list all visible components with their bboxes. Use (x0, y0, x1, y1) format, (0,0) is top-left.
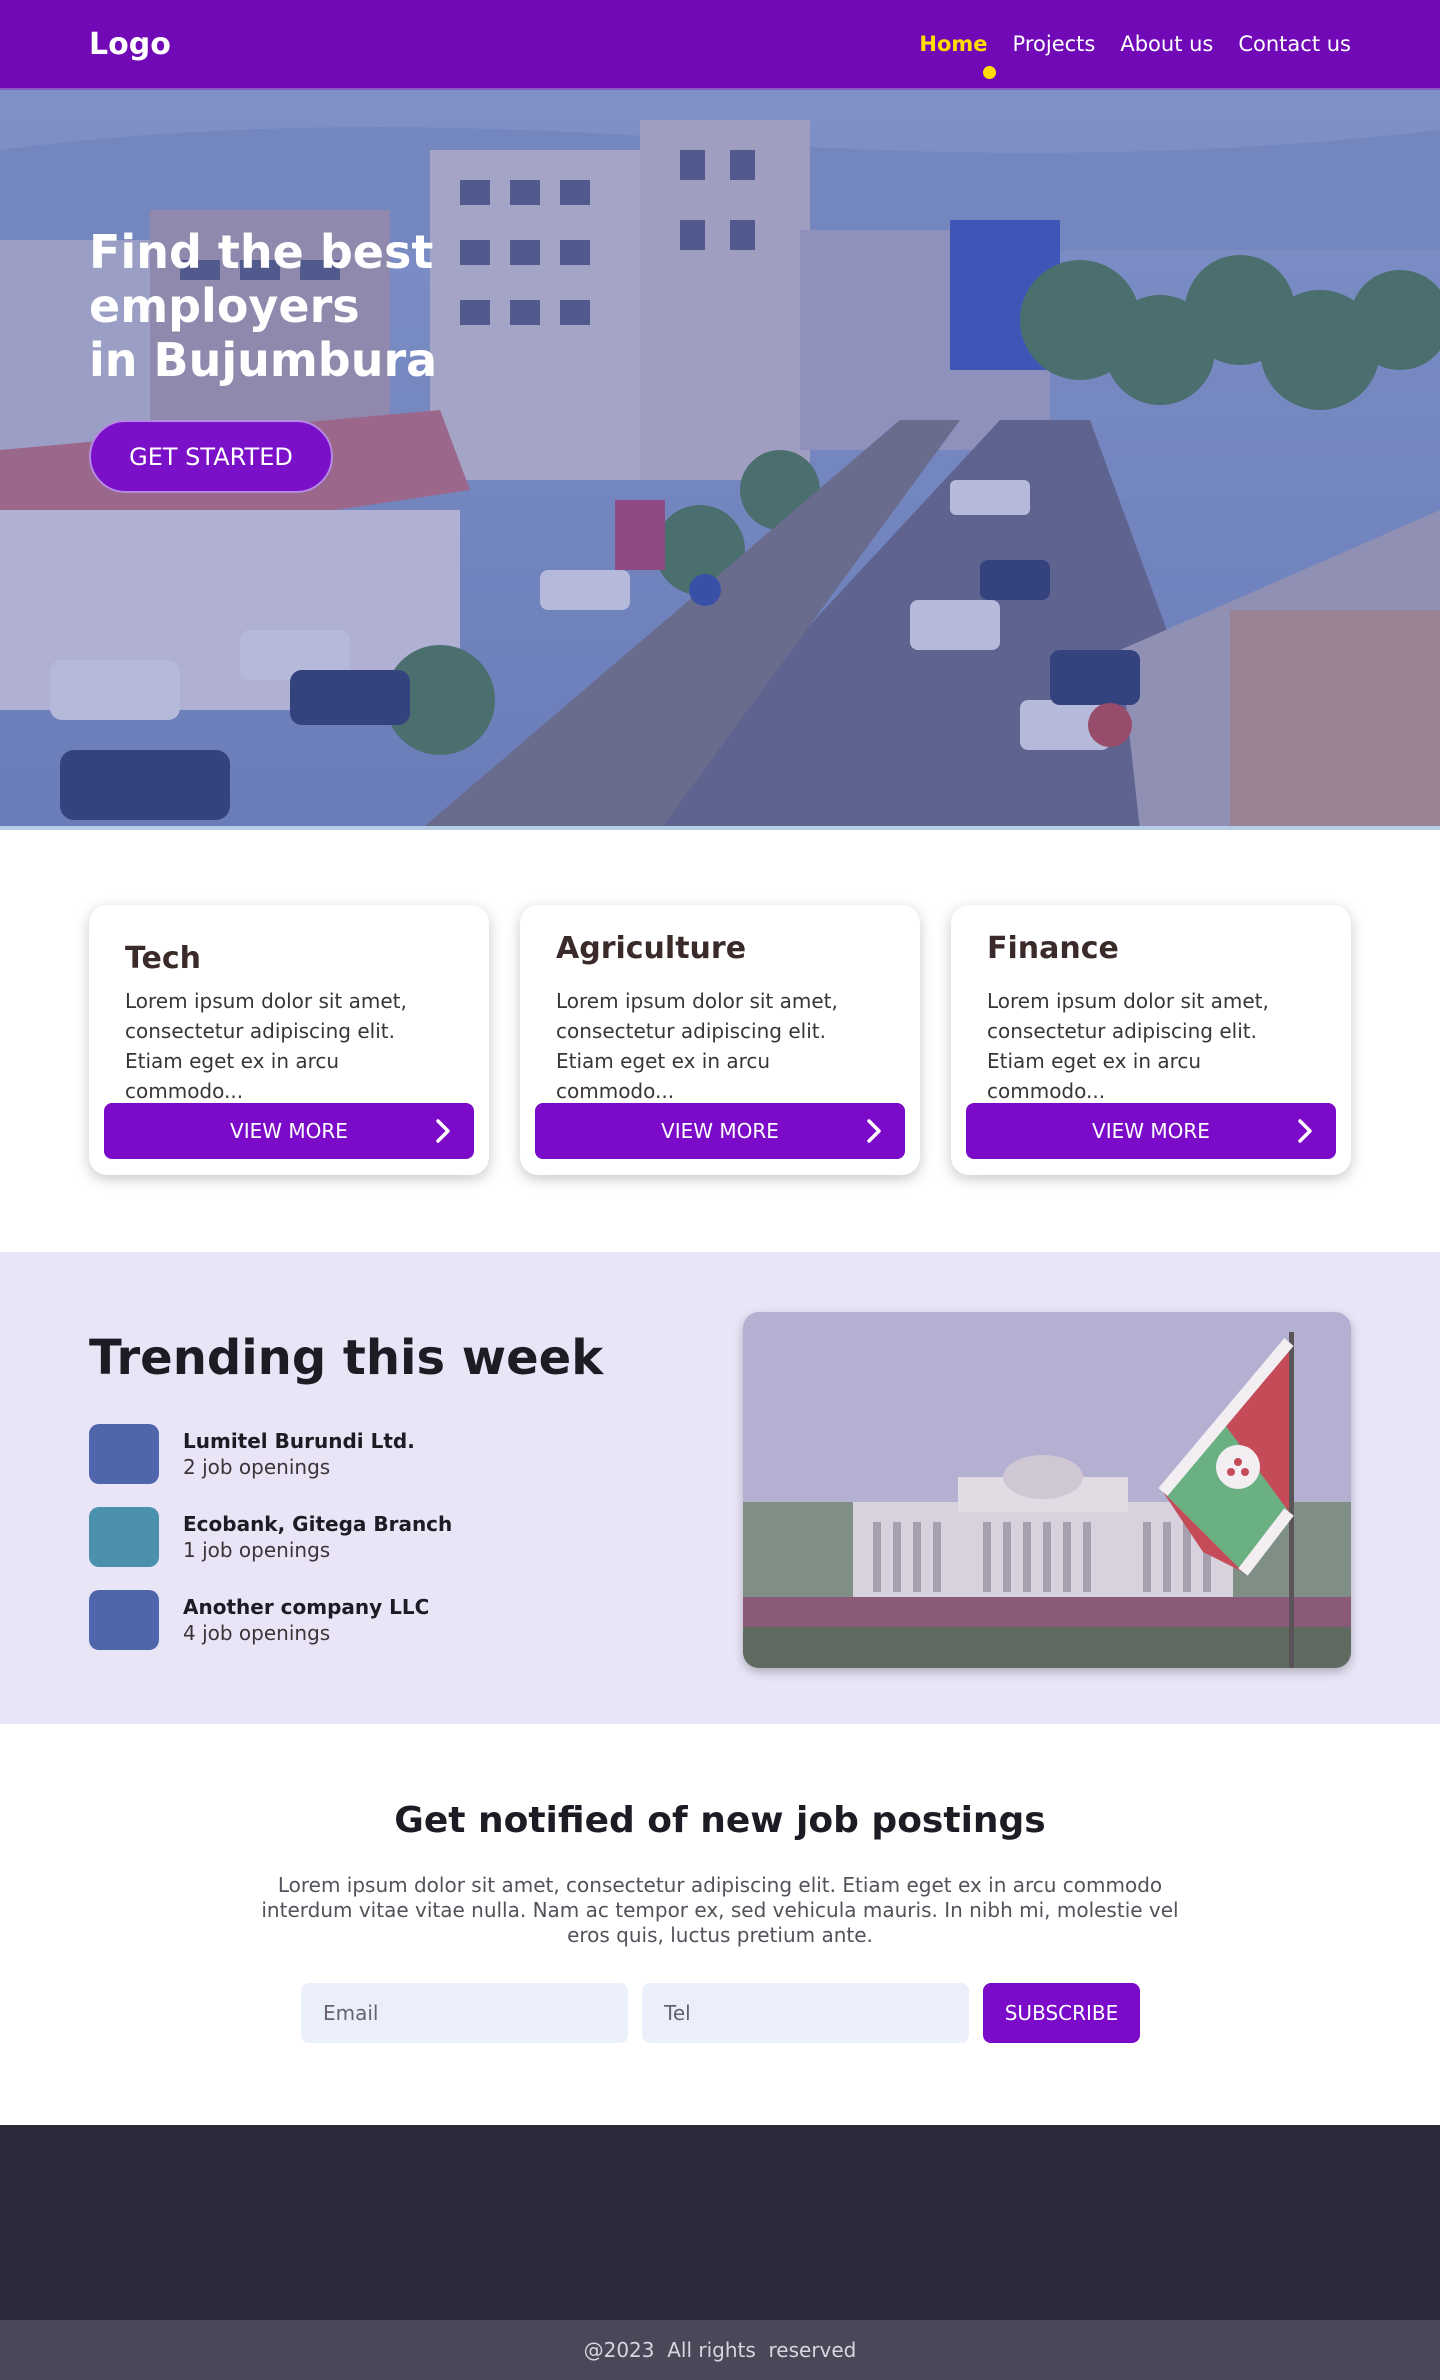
subscribe-button[interactable]: SUBSCRIBE (983, 1983, 1140, 2043)
job-openings-count: 2 job openings (183, 1455, 331, 1479)
get-started-button[interactable]: GET STARTED (89, 420, 333, 493)
hero-title-line1: Find the best employers (89, 225, 434, 333)
nav-link-home[interactable]: Home (919, 32, 987, 56)
view-more-button[interactable]: VIEW MORE (966, 1103, 1336, 1159)
newsletter-title: Get notified of new job postings (394, 1800, 1046, 1841)
nav-link-projects[interactable]: Projects (1013, 32, 1096, 56)
category-cards: Tech Lorem ipsum dolor sit amet, consect… (89, 905, 1351, 1175)
view-more-label: VIEW MORE (230, 1119, 348, 1143)
view-more-label: VIEW MORE (661, 1119, 779, 1143)
hero-content: Find the best employers in Bujumbura GET… (89, 225, 709, 493)
subscribe-form: SUBSCRIBE (301, 1983, 1140, 2043)
view-more-button[interactable]: VIEW MORE (535, 1103, 905, 1159)
company-logo (89, 1424, 159, 1484)
card-title: Tech (125, 941, 201, 976)
company-name[interactable]: Lumitel Burundi Ltd. (183, 1429, 415, 1453)
chevron-right-icon (436, 1119, 450, 1143)
company-info: Lumitel Burundi Ltd. 2 job openings (183, 1429, 415, 1479)
site-logo[interactable]: Logo (89, 27, 171, 62)
chevron-right-icon (867, 1119, 881, 1143)
company-name[interactable]: Ecobank, Gitega Branch (183, 1512, 452, 1536)
card-description: Lorem ipsum dolor sit amet, consectetur … (125, 989, 407, 1103)
company-logo (89, 1507, 159, 1567)
top-navbar: Logo Home Projects About us Contact us (0, 0, 1440, 90)
view-more-label: VIEW MORE (1092, 1119, 1210, 1143)
card-title: Finance (987, 931, 1119, 966)
tel-input[interactable] (642, 1983, 969, 2043)
chevron-right-icon (1298, 1119, 1312, 1143)
company-info: Another company LLC 4 job openings (183, 1595, 429, 1645)
footer-copyright: @2023 All rights reserved (0, 2320, 1440, 2380)
hero-title-line2: in Bujumbura (89, 333, 438, 387)
hero-section: Find the best employers in Bujumbura GET… (0, 90, 1440, 830)
nav-link-about[interactable]: About us (1120, 32, 1213, 56)
job-openings-count: 4 job openings (183, 1621, 331, 1645)
trending-title: Trending this week (89, 1330, 604, 1386)
job-openings-count: 1 job openings (183, 1538, 331, 1562)
trending-section: Trending this week Lumitel Burundi Ltd. … (0, 1252, 1440, 1724)
card-description: Lorem ipsum dolor sit amet, consectetur … (987, 989, 1269, 1103)
company-logo (89, 1590, 159, 1650)
card-description: Lorem ipsum dolor sit amet, consectetur … (556, 989, 838, 1103)
category-card-agriculture: Agriculture Lorem ipsum dolor sit amet, … (520, 905, 920, 1175)
category-card-finance: Finance Lorem ipsum dolor sit amet, cons… (951, 905, 1351, 1175)
active-nav-indicator (983, 66, 996, 79)
company-item[interactable]: Another company LLC 4 job openings (89, 1590, 689, 1650)
newsletter-description: Lorem ipsum dolor sit amet, consectetur … (261, 1873, 1179, 1947)
footer (0, 2125, 1440, 2320)
main-nav: Home Projects About us Contact us (919, 32, 1351, 56)
company-item[interactable]: Lumitel Burundi Ltd. 2 job openings (89, 1424, 689, 1484)
company-info: Ecobank, Gitega Branch 1 job openings (183, 1512, 452, 1562)
hero-title: Find the best employers in Bujumbura (89, 225, 709, 387)
view-more-button[interactable]: VIEW MORE (104, 1103, 474, 1159)
company-item[interactable]: Ecobank, Gitega Branch 1 job openings (89, 1507, 689, 1567)
nav-link-contact[interactable]: Contact us (1238, 32, 1351, 56)
category-card-tech: Tech Lorem ipsum dolor sit amet, consect… (89, 905, 489, 1175)
company-name[interactable]: Another company LLC (183, 1595, 429, 1619)
palace-flag-photo (743, 1312, 1351, 1668)
email-input[interactable] (301, 1983, 628, 2043)
card-title: Agriculture (556, 931, 747, 966)
